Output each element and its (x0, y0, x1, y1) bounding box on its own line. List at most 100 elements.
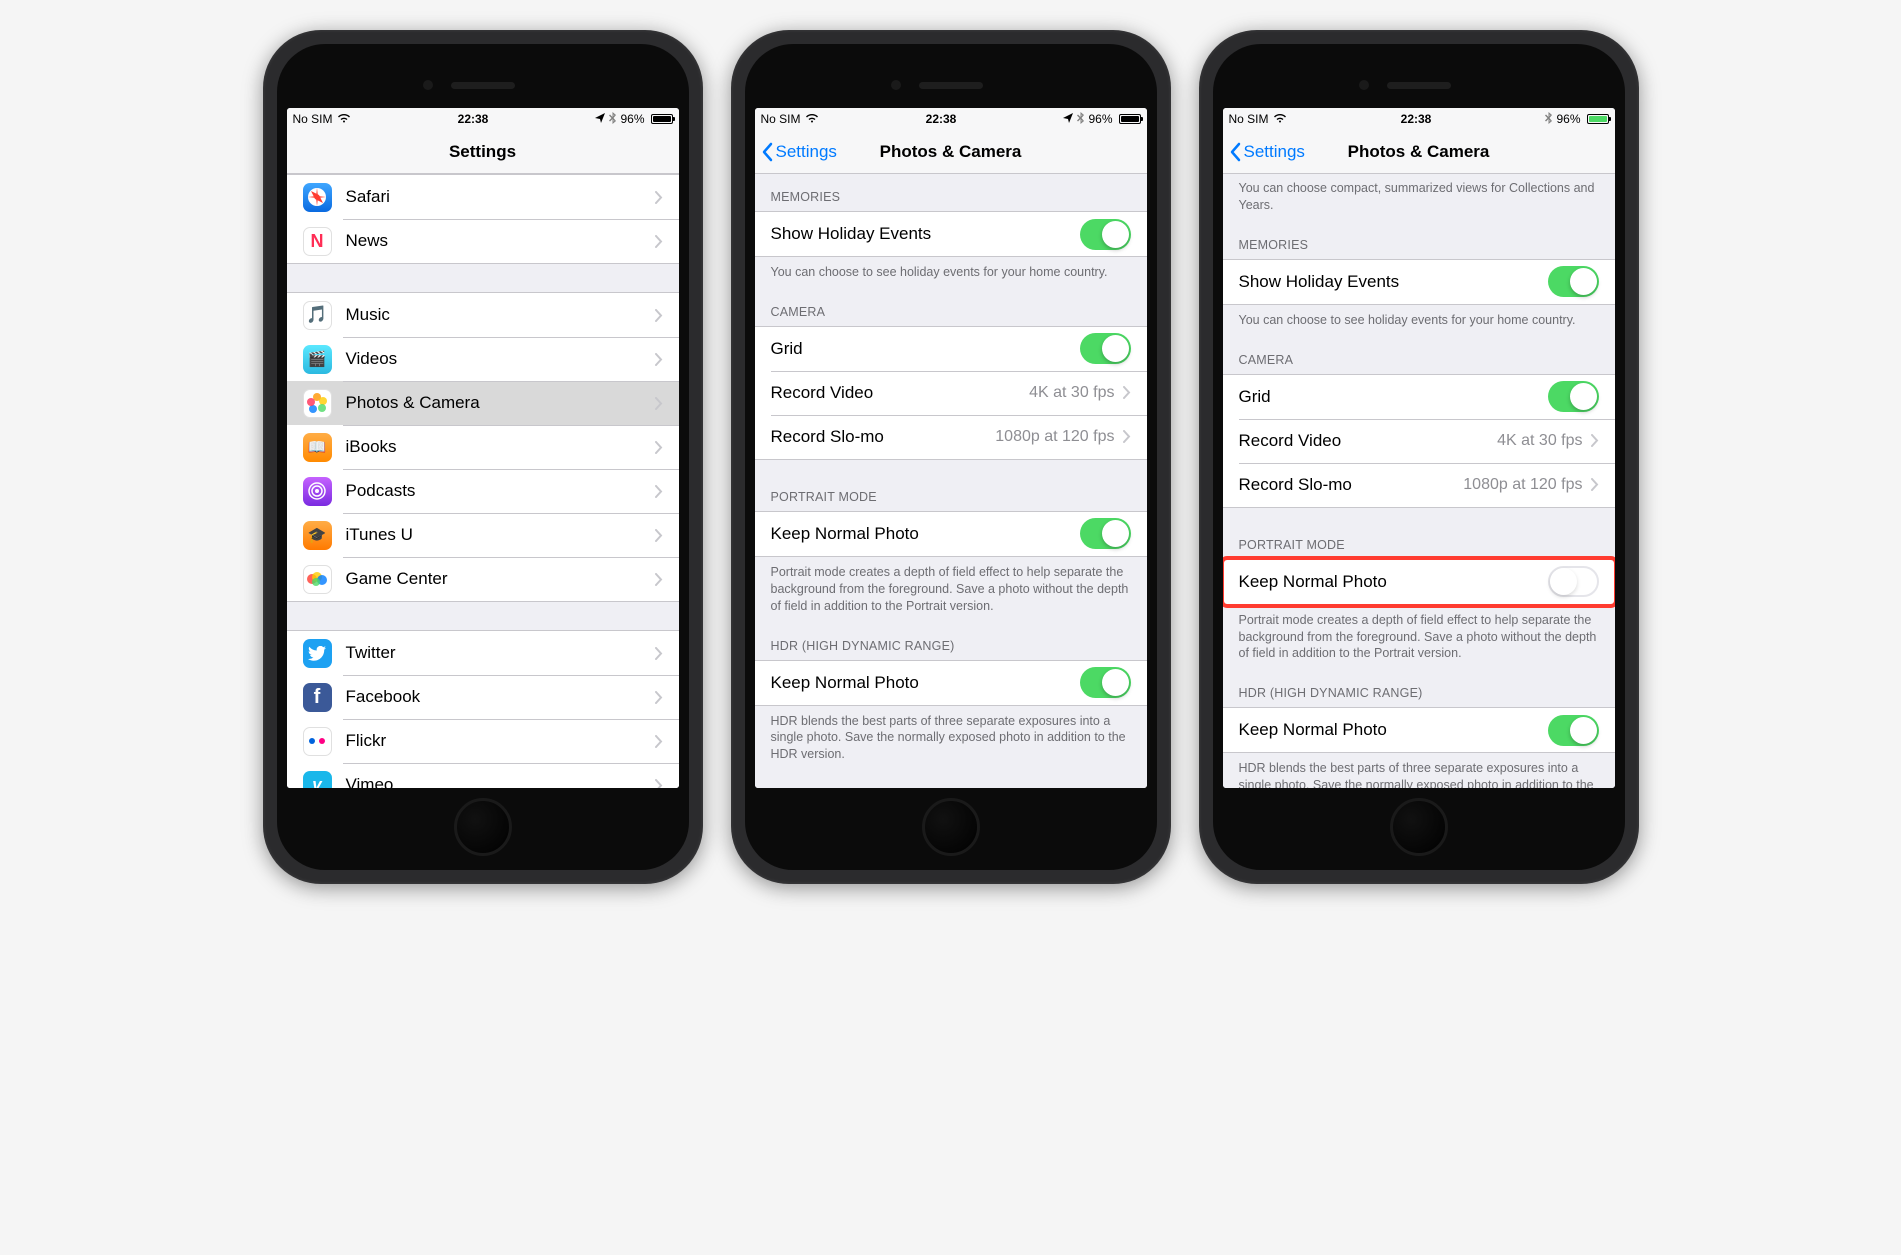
section-footer-hdr: HDR blends the best parts of three separ… (1223, 753, 1615, 788)
chevron-right-icon (655, 735, 663, 748)
cell-label: Show Holiday Events (1239, 272, 1548, 292)
settings-row-ibooks[interactable]: 📖iBooks (287, 425, 679, 469)
settings-row-podcasts[interactable]: Podcasts (287, 469, 679, 513)
photos-camera-settings[interactable]: You can choose compact, summarized views… (1223, 174, 1615, 788)
toggle-show-holiday-events[interactable] (1080, 219, 1131, 250)
status-time: 22:38 (926, 112, 957, 126)
home-button[interactable] (1390, 798, 1448, 856)
videos-icon: 🎬 (303, 345, 332, 374)
nav-bar: Settings Photos & Camera (755, 130, 1147, 174)
home-button[interactable] (922, 798, 980, 856)
cell-label: Facebook (346, 687, 655, 707)
nav-bar: Settings (287, 130, 679, 174)
settings-row-gamecenter[interactable]: Game Center (287, 557, 679, 601)
gamecenter-icon (303, 565, 332, 594)
section-footer-portrait: Portrait mode creates a depth of field e… (755, 557, 1147, 623)
toggle-grid[interactable] (1548, 381, 1599, 412)
chevron-right-icon (655, 779, 663, 789)
back-button[interactable]: Settings (1229, 130, 1305, 173)
status-carrier: No SIM (293, 112, 333, 126)
toggle-keep-normal-hdr[interactable] (1548, 715, 1599, 746)
location-icon (1063, 112, 1073, 126)
battery-icon (1119, 114, 1141, 124)
section-footer-holiday: You can choose to see holiday events for… (1223, 305, 1615, 337)
settings-row-facebook[interactable]: fFacebook (287, 675, 679, 719)
chevron-right-icon (655, 691, 663, 704)
back-label: Settings (1244, 142, 1305, 162)
settings-row-music[interactable]: 🎵 Music (287, 293, 679, 337)
settings-row-videos[interactable]: 🎬 Videos (287, 337, 679, 381)
cell-record-video[interactable]: Record Video 4K at 30 fps (1223, 419, 1615, 463)
settings-row-itunesu[interactable]: 🎓iTunes U (287, 513, 679, 557)
cell-label: Vimeo (346, 775, 655, 788)
cell-record-slomo[interactable]: Record Slo-mo 1080p at 120 fps (755, 415, 1147, 459)
section-header-hdr: HDR (HIGH DYNAMIC RANGE) (1223, 670, 1615, 707)
chevron-right-icon (655, 529, 663, 542)
toggle-grid[interactable] (1080, 333, 1131, 364)
cell-label: Twitter (346, 643, 655, 663)
cell-label: Music (346, 305, 655, 325)
location-icon (595, 112, 605, 126)
photos-icon (303, 389, 332, 418)
chevron-right-icon (655, 235, 663, 248)
cell-label: News (346, 231, 655, 251)
cell-record-slomo[interactable]: Record Slo-mo 1080p at 120 fps (1223, 463, 1615, 507)
status-bar: No SIM 22:38 96% (287, 108, 679, 130)
flickr-icon (303, 727, 332, 756)
chevron-right-icon (655, 647, 663, 660)
status-bar: No SIM 22:38 96% (755, 108, 1147, 130)
chevron-right-icon (655, 441, 663, 454)
toggle-keep-normal-portrait[interactable] (1548, 566, 1599, 597)
section-footer-portrait: Portrait mode creates a depth of field e… (1223, 605, 1615, 671)
cell-show-holiday-events[interactable]: Show Holiday Events (1223, 260, 1615, 304)
cell-label: Record Video (1239, 431, 1498, 451)
home-button[interactable] (454, 798, 512, 856)
toggle-show-holiday-events[interactable] (1548, 266, 1599, 297)
settings-row-safari[interactable]: Safari (287, 175, 679, 219)
phone-speaker (451, 82, 515, 89)
settings-row-twitter[interactable]: Twitter (287, 631, 679, 675)
section-footer-hdr: HDR blends the best parts of three separ… (755, 706, 1147, 772)
cell-label: Keep Normal Photo (1239, 720, 1548, 740)
cell-grid[interactable]: Grid (755, 327, 1147, 371)
cell-label: Record Video (771, 383, 1030, 403)
cell-keep-normal-photo-portrait[interactable]: Keep Normal Photo (755, 512, 1147, 556)
cell-detail: 4K at 30 fps (1497, 432, 1582, 450)
bluetooth-icon (609, 112, 616, 127)
status-time: 22:38 (458, 112, 489, 126)
settings-list[interactable]: Safari N News 🎵 Music 🎬 Videos Photos & Camera📖… (287, 174, 679, 788)
wifi-icon (1273, 112, 1287, 126)
cell-label: Record Slo-mo (1239, 475, 1464, 495)
settings-row-photos[interactable]: Photos & Camera (287, 381, 679, 425)
news-icon: N (303, 227, 332, 256)
back-button[interactable]: Settings (761, 130, 837, 173)
chevron-right-icon (655, 397, 663, 410)
battery-percent: 96% (1556, 112, 1580, 126)
cell-record-video[interactable]: Record Video 4K at 30 fps (755, 371, 1147, 415)
photos-camera-settings[interactable]: MEMORIES Show Holiday Events You can cho… (755, 174, 1147, 788)
battery-percent: 96% (1088, 112, 1112, 126)
cell-label: Podcasts (346, 481, 655, 501)
back-label: Settings (776, 142, 837, 162)
twitter-icon (303, 639, 332, 668)
cell-detail: 4K at 30 fps (1029, 384, 1114, 402)
cell-grid[interactable]: Grid (1223, 375, 1615, 419)
toggle-keep-normal-hdr[interactable] (1080, 667, 1131, 698)
phone-frame-2: No SIM 22:38 96% (731, 30, 1171, 884)
cell-keep-normal-photo-hdr[interactable]: Keep Normal Photo (1223, 708, 1615, 752)
cell-keep-normal-photo-hdr[interactable]: Keep Normal Photo (755, 661, 1147, 705)
bluetooth-icon (1077, 112, 1084, 127)
cell-label: Videos (346, 349, 655, 369)
cell-label: Keep Normal Photo (1239, 572, 1548, 592)
status-carrier: No SIM (761, 112, 801, 126)
settings-row-flickr[interactable]: Flickr (287, 719, 679, 763)
cell-show-holiday-events[interactable]: Show Holiday Events (755, 212, 1147, 256)
music-icon: 🎵 (303, 301, 332, 330)
phone-speaker (919, 82, 983, 89)
section-header-memories: MEMORIES (1223, 222, 1615, 259)
toggle-keep-normal-portrait[interactable] (1080, 518, 1131, 549)
cell-keep-normal-photo-portrait[interactable]: Keep Normal Photo (1223, 560, 1615, 604)
settings-row-vimeo[interactable]: vVimeo (287, 763, 679, 788)
settings-row-news[interactable]: N News (287, 219, 679, 263)
highlighted-group: Keep Normal Photo (1223, 559, 1615, 605)
